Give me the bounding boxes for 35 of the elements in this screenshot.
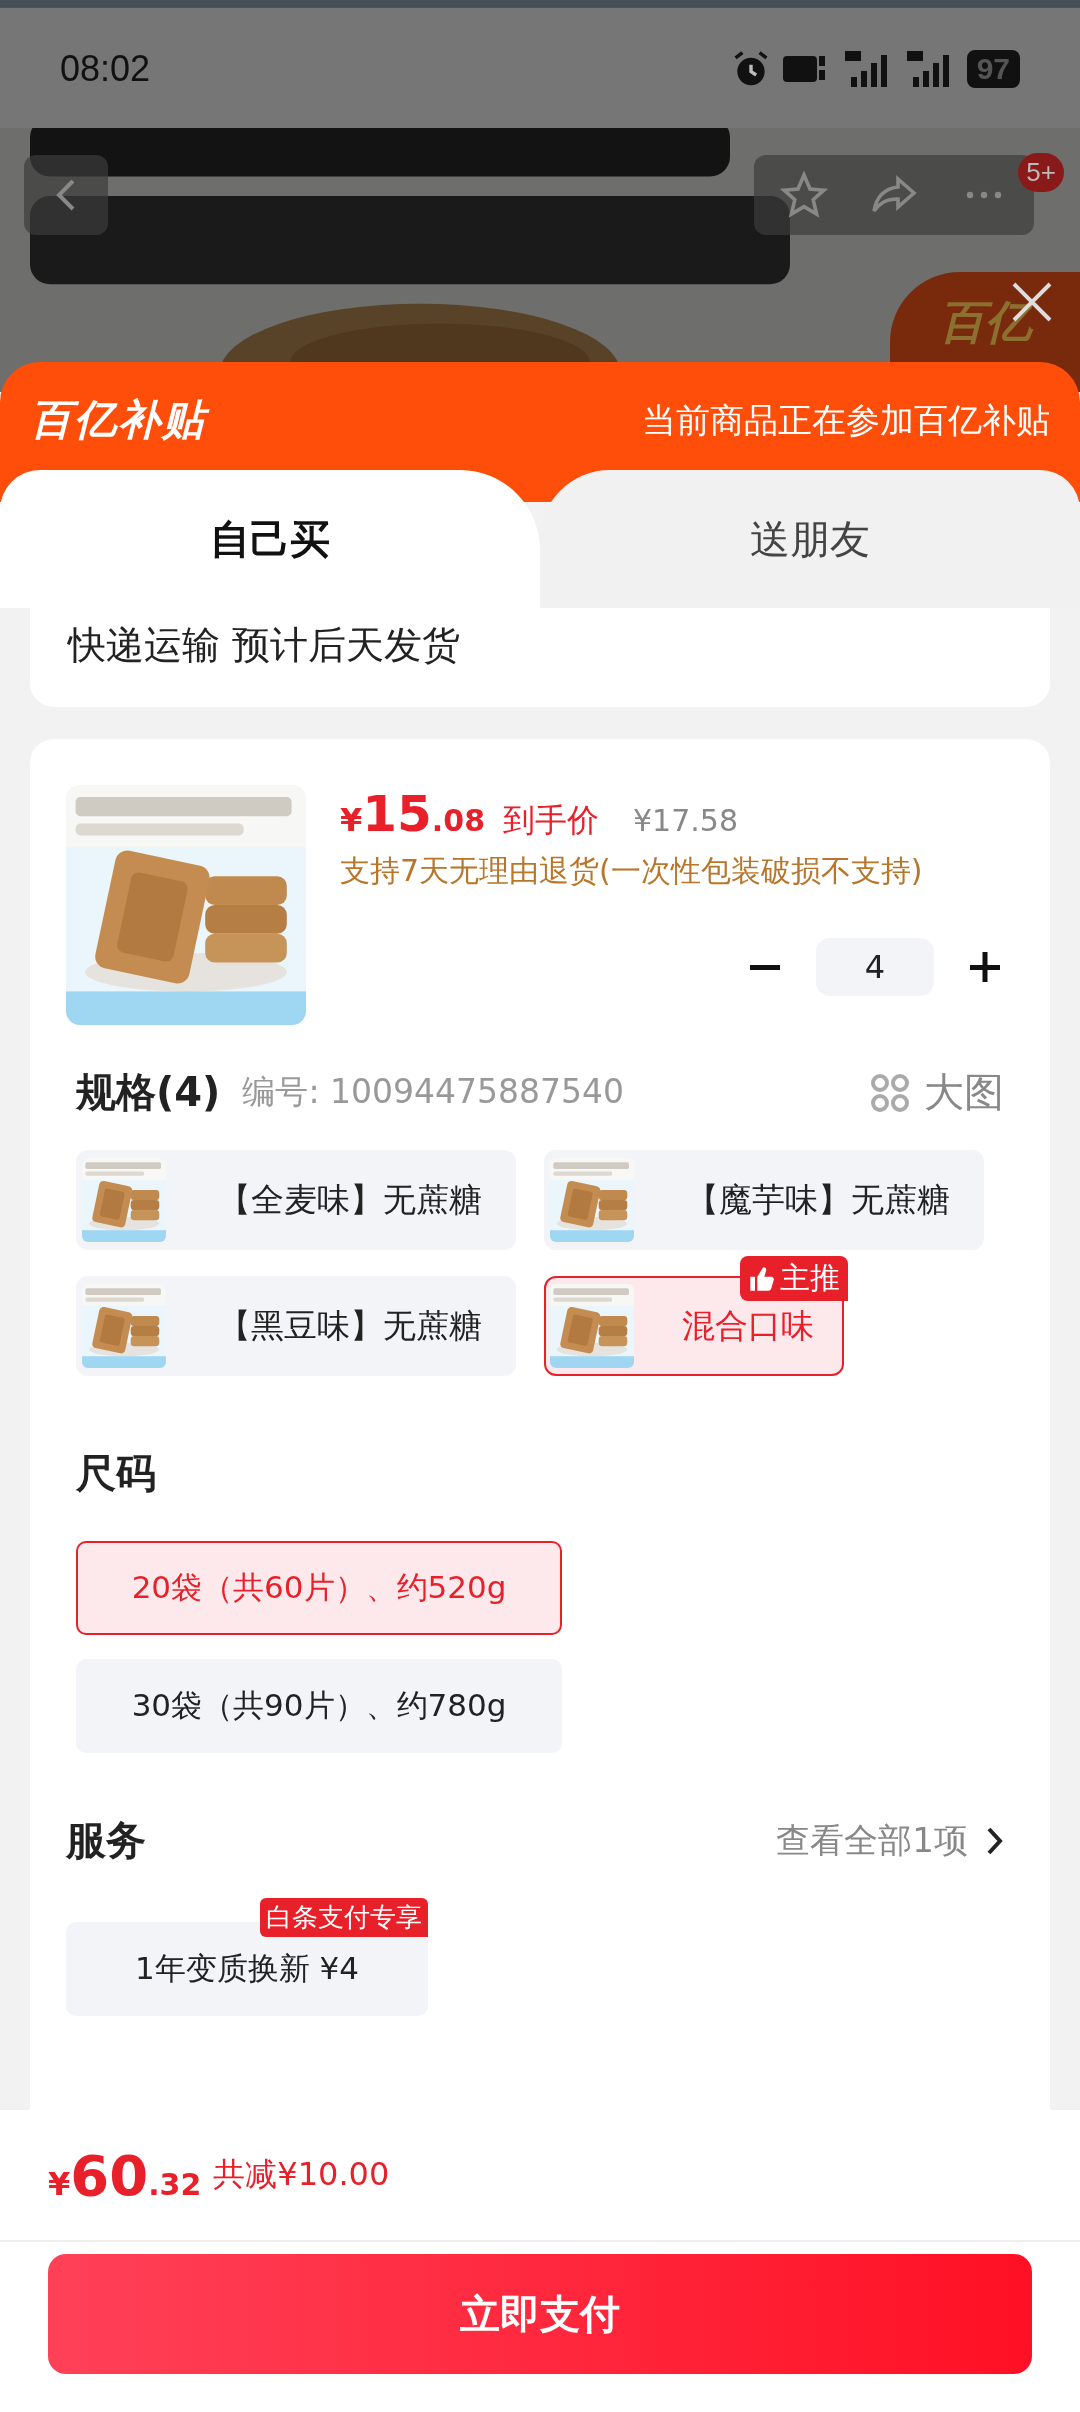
view-all-link[interactable]: 查看全部1项 [776, 1817, 968, 1864]
section-title: 尺码 [75, 1449, 157, 1498]
section-title: 规格(4) [76, 1068, 221, 1117]
thumbs-up-icon [748, 1264, 776, 1293]
section-title: 服务 [66, 1816, 146, 1865]
plus-button[interactable] [968, 950, 1002, 984]
tab[interactable]: 自己买 [0, 470, 540, 608]
price: ¥15.08 [340, 785, 485, 843]
status-time: 08:02 [60, 48, 151, 90]
variant-option[interactable]: 【全麦味】无蔗糖 [76, 1150, 516, 1250]
variant-label: 【全麦味】无蔗糖 [217, 1178, 483, 1221]
grid-icon[interactable] [870, 1072, 910, 1113]
return-policy: 支持7天无理由退货(一次性包装破损不支持) [340, 852, 924, 890]
delivery-text: 快递运输 预计后天发货 [68, 623, 461, 667]
variant-label: 【魔芋味】无蔗糖 [685, 1178, 951, 1221]
total-price: ¥60.32 [48, 2142, 202, 2208]
subsidy-message: 当前商品正在参加百亿补贴 [642, 399, 1050, 442]
variant-label: 【黑豆味】无蔗糖 [217, 1304, 483, 1347]
variant-label: 混合口味 [681, 1304, 815, 1347]
price-label: 到手价 [503, 800, 599, 841]
pay-button[interactable]: 立即支付 [48, 2254, 1032, 2374]
variant-option[interactable]: 【黑豆味】无蔗糖 [76, 1276, 516, 1376]
variant-option[interactable]: 【魔芋味】无蔗糖 [544, 1150, 984, 1250]
promo-badge: 白条支付专享 [260, 1898, 428, 1937]
quantity-field[interactable]: 4 [816, 938, 934, 996]
size-option[interactable]: 30袋（共90片）、约780g [76, 1659, 562, 1753]
star-icon[interactable] [780, 171, 828, 219]
original-price: ¥17.58 [633, 803, 738, 838]
back-button[interactable] [24, 155, 108, 235]
battery-icon: 97 [966, 50, 1020, 88]
alarm-icon [732, 51, 769, 87]
product-code: 编号: 10094475887540 [242, 1071, 624, 1113]
discount-text: 共减¥10.00 [213, 2154, 390, 2195]
size-option[interactable]: 20袋（共60片）、约520g [76, 1541, 562, 1635]
large-image-link[interactable]: 大图 [924, 1065, 1004, 1120]
